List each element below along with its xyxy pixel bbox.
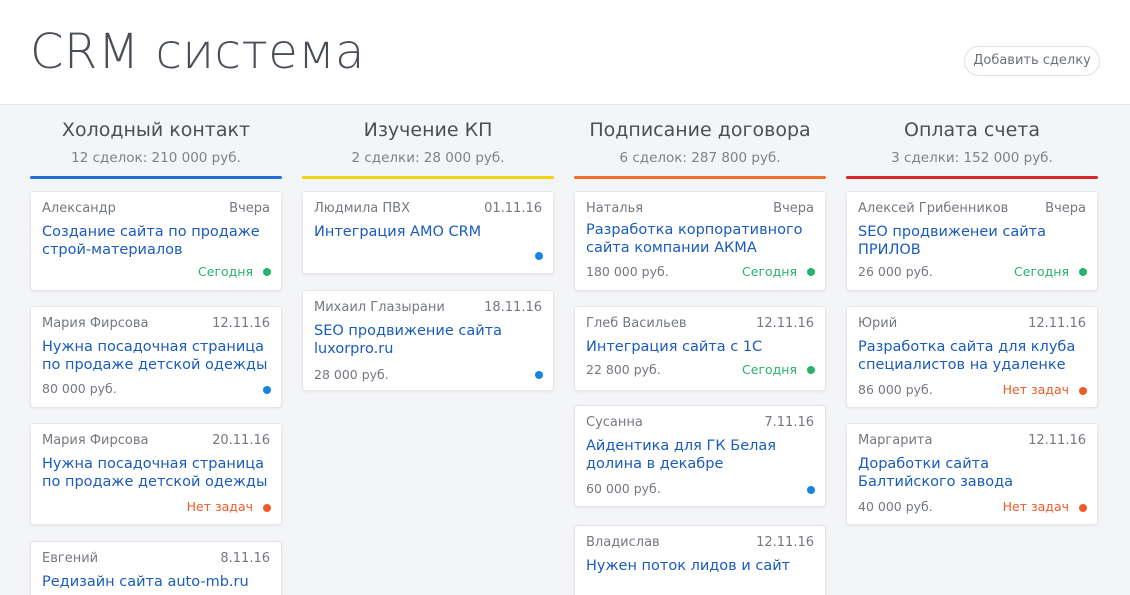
deal-date: 12.11.16 (1028, 316, 1086, 331)
deal-date: Вчера (773, 201, 814, 216)
deal-price: 60 000 руб. (586, 481, 661, 496)
status-dot-icon (807, 268, 815, 276)
status-dot-icon (1079, 268, 1087, 276)
deal-card[interactable]: Михаил Глазырани 18.11.16 SEO продвижени… (302, 290, 554, 391)
deal-card[interactable]: Маргарита 12.11.16 Доработки сайта Балти… (846, 423, 1098, 525)
status-dot-icon (807, 366, 815, 374)
deal-date: 8.11.16 (220, 551, 270, 566)
deal-card[interactable]: Евгений 8.11.16 Редизайн сайта auto-mb.r… (30, 541, 282, 595)
deal-date: 12.11.16 (756, 535, 814, 550)
column-stage-bar (30, 176, 282, 179)
deal-price: 80 000 руб. (42, 381, 117, 396)
deal-card[interactable]: Людмила ПВХ 01.11.16 Интеграция AMO CRM (302, 191, 554, 274)
deal-status: Сегодня (198, 264, 253, 279)
deal-contact: Наталья (586, 201, 644, 216)
column-invoice-payment: Оплата счета 3 сделки: 152 000 руб. Алек… (846, 105, 1098, 595)
column-summary: 6 сделок: 287 800 руб. (619, 150, 781, 166)
deal-contact: Алексей Грибенников (858, 201, 1009, 216)
deal-date: 12.11.16 (1028, 433, 1086, 448)
deal-date: 7.11.16 (764, 415, 814, 430)
deal-contact: Мария Фирсова (42, 316, 149, 331)
deal-date: 18.11.16 (484, 300, 542, 315)
deal-title[interactable]: Интеграция AMO CRM (314, 223, 542, 241)
deal-date: 12.11.16 (756, 316, 814, 331)
status-dot-icon (1079, 387, 1087, 395)
deal-date: Вчера (1045, 201, 1086, 216)
page-header: CRM система Добавить сделку (0, 0, 1130, 105)
deal-status: Нет задач (186, 499, 253, 514)
column-title: Подписание договора (589, 119, 811, 141)
deal-card[interactable]: Александр Вчера Создание сайта по продаж… (30, 191, 282, 291)
deal-status: Нет задач (1002, 499, 1069, 514)
status-dot-icon (535, 371, 543, 379)
status-dot-icon (263, 268, 271, 276)
deal-card[interactable]: Наталья Вчера Разработка корпоративного … (574, 191, 826, 291)
column-contract-signing: Подписание договора 6 сделок: 287 800 ру… (574, 105, 826, 595)
deal-contact: Людмила ПВХ (314, 201, 410, 216)
status-dot-icon (535, 252, 543, 260)
deal-status: Сегодня (1014, 264, 1069, 279)
column-summary: 2 сделки: 28 000 руб. (351, 150, 505, 166)
deal-contact: Евгений (42, 551, 99, 566)
deal-price: 180 000 руб. (586, 264, 669, 279)
deal-title[interactable]: Доработки сайта Балтийского завода (858, 455, 1086, 491)
deal-price: 22 800 руб. (586, 362, 661, 377)
deal-contact: Маргарита (858, 433, 933, 448)
status-dot-icon (1079, 504, 1087, 512)
deal-title[interactable]: Нужна посадочная страница по продаже дет… (42, 338, 270, 374)
deal-contact: Александр (42, 201, 116, 216)
deal-card[interactable]: Мария Фирсова 12.11.16 Нужна посадочная … (30, 306, 282, 408)
column-summary: 3 сделки: 152 000 руб. (891, 150, 1053, 166)
deal-title[interactable]: Разработка сайта для клуба специалистов … (858, 338, 1086, 374)
deal-price: 86 000 руб. (858, 382, 933, 397)
deal-date: 01.11.16 (484, 201, 542, 216)
deal-status: Нет задач (1002, 382, 1069, 397)
column-title: Оплата счета (904, 119, 1040, 141)
status-dot-icon (807, 486, 815, 494)
deal-title[interactable]: Редизайн сайта auto-mb.ru (42, 573, 270, 591)
deal-title[interactable]: SEO продвижение сайта luxorpro.ru (314, 322, 542, 358)
column-stage-bar (302, 176, 554, 179)
deal-status: Сегодня (742, 362, 797, 377)
deal-contact: Юрий (858, 316, 898, 331)
column-stage-bar (846, 176, 1098, 179)
deal-title[interactable]: Создание сайта по продаже строй-материал… (42, 223, 270, 259)
column-stage-bar (574, 176, 826, 179)
deal-title[interactable]: Нужна посадочная страница по продаже дет… (42, 455, 270, 491)
deal-card[interactable]: Сусанна 7.11.16 Айдентика для ГК Белая д… (574, 405, 826, 507)
column-cold-contact: Холодный контакт 12 сделок: 210 000 руб.… (30, 105, 282, 595)
add-deal-button[interactable]: Добавить сделку (964, 46, 1100, 76)
column-title: Холодный контакт (61, 119, 251, 141)
column-study-proposal: Изучение КП 2 сделки: 28 000 руб. Людмил… (302, 105, 554, 595)
deal-card[interactable]: Алексей Грибенников Вчера SEO продвижене… (846, 191, 1098, 291)
deal-title[interactable]: Разработка корпоративного сайта компании… (586, 221, 814, 257)
deal-title[interactable]: Интеграция сайта с 1С (586, 338, 814, 356)
deal-title[interactable]: Айдентика для ГК Белая долина в декабре (586, 437, 814, 473)
deal-card[interactable]: Юрий 12.11.16 Разработка сайта для клуба… (846, 306, 1098, 408)
deal-contact: Владислав (586, 535, 660, 550)
deal-price: 40 000 руб. (858, 499, 933, 514)
deal-contact: Мария Фирсова (42, 433, 149, 448)
deal-contact: Сусанна (586, 415, 643, 430)
deal-card[interactable]: Владислав 12.11.16 Нужен поток лидов и с… (574, 525, 826, 595)
deal-contact: Михаил Глазырани (314, 300, 445, 315)
status-dot-icon (263, 504, 271, 512)
deal-card[interactable]: Глеб Васильев 12.11.16 Интеграция сайта … (574, 306, 826, 391)
deal-contact: Глеб Васильев (586, 316, 687, 331)
deal-date: 20.11.16 (212, 433, 270, 448)
status-dot-icon (263, 386, 271, 394)
page-title: CRM система (30, 24, 365, 80)
deal-price: 26 000 руб. (858, 264, 933, 279)
deal-title[interactable]: Нужен поток лидов и сайт (586, 557, 814, 575)
column-summary: 12 сделок: 210 000 руб. (71, 150, 241, 166)
deal-price: 28 000 руб. (314, 367, 389, 382)
column-title: Изучение КП (363, 119, 493, 141)
deal-card[interactable]: Мария Фирсова 20.11.16 Нужна посадочная … (30, 423, 282, 525)
deal-date: 12.11.16 (212, 316, 270, 331)
deal-date: Вчера (229, 201, 270, 216)
deal-status: Сегодня (742, 264, 797, 279)
deal-title[interactable]: SEO продвиженеи сайта ПРИЛОВ (858, 223, 1086, 259)
